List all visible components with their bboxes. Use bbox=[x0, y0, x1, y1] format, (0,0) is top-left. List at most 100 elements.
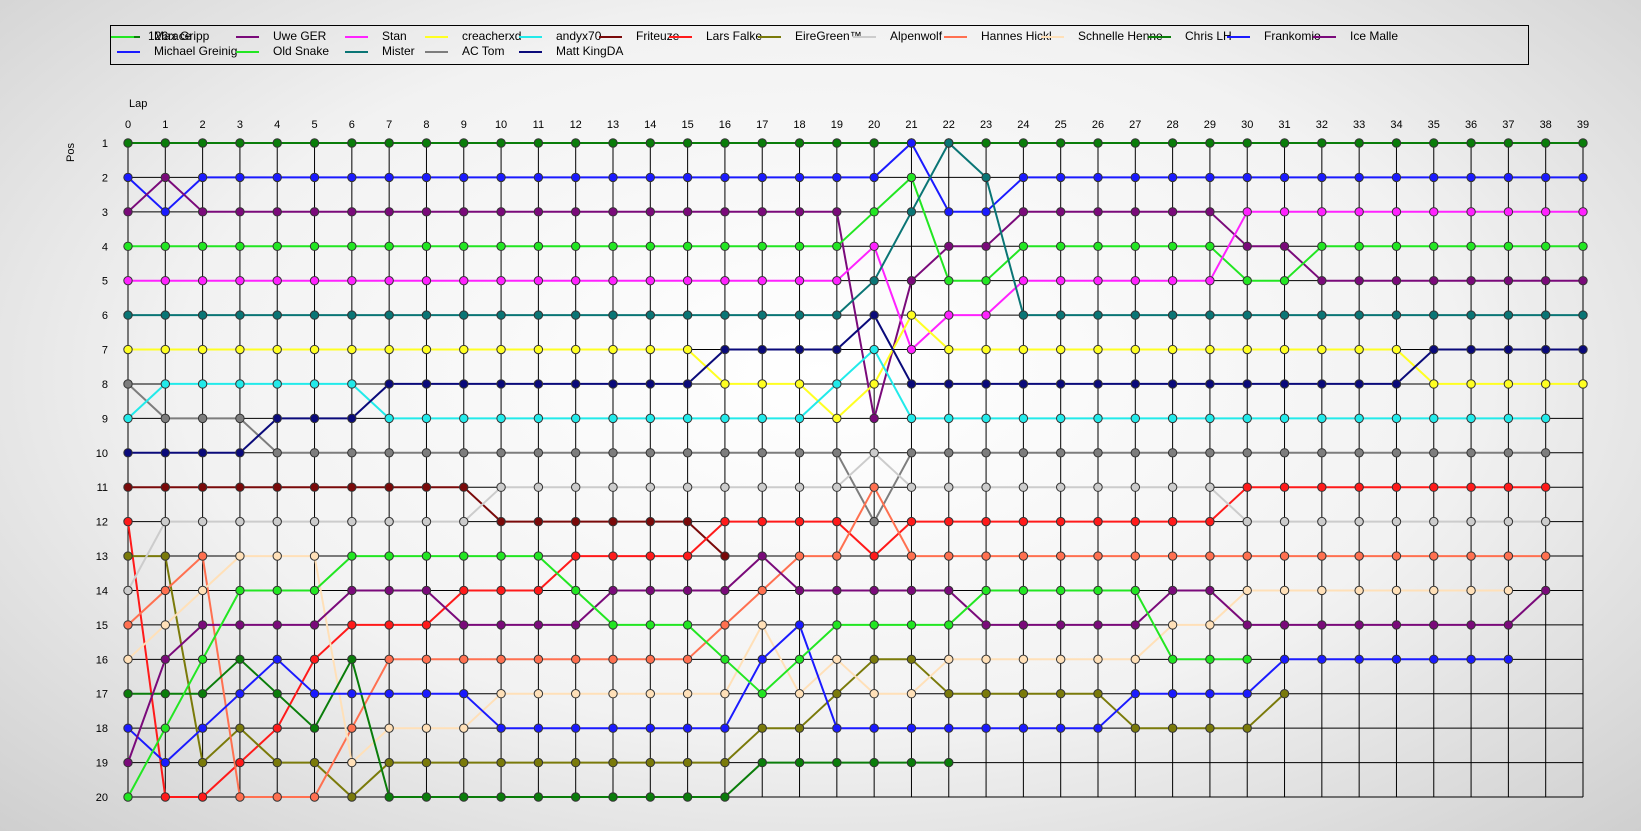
data-point bbox=[160, 723, 171, 733]
data-point bbox=[720, 516, 730, 527]
data-point bbox=[869, 172, 879, 183]
data-point bbox=[832, 723, 842, 733]
data-point bbox=[981, 275, 991, 286]
data-point bbox=[1503, 310, 1514, 320]
data-point bbox=[1503, 379, 1514, 389]
data-point bbox=[570, 207, 581, 217]
y-tick-label: 5 bbox=[102, 276, 108, 288]
x-tick-label: 31 bbox=[1278, 119, 1290, 131]
data-point bbox=[570, 551, 581, 561]
data-point bbox=[496, 757, 506, 768]
y-tick-label: 6 bbox=[102, 310, 108, 322]
data-point bbox=[1540, 172, 1551, 183]
data-point bbox=[720, 585, 730, 596]
data-point bbox=[459, 551, 469, 561]
data-point bbox=[1093, 585, 1103, 596]
data-point bbox=[1578, 241, 1588, 251]
data-point bbox=[1167, 344, 1178, 355]
x-tick-label: 21 bbox=[905, 119, 917, 131]
data-point bbox=[1429, 516, 1439, 527]
data-point bbox=[1055, 654, 1066, 665]
data-point bbox=[197, 689, 208, 699]
data-point bbox=[421, 654, 432, 665]
data-point bbox=[272, 792, 282, 802]
data-point bbox=[832, 585, 842, 596]
data-point bbox=[197, 792, 208, 802]
data-point bbox=[1055, 723, 1066, 733]
data-point bbox=[1242, 654, 1252, 665]
data-point bbox=[1167, 482, 1178, 492]
data-point bbox=[1391, 448, 1402, 458]
data-point bbox=[123, 241, 133, 251]
data-point bbox=[421, 757, 432, 768]
data-point bbox=[533, 275, 544, 286]
data-point bbox=[235, 241, 245, 251]
data-point bbox=[720, 620, 730, 630]
data-point bbox=[160, 516, 171, 527]
x-tick-label: 8 bbox=[423, 119, 429, 131]
data-point bbox=[1391, 620, 1402, 630]
data-point bbox=[1018, 241, 1029, 251]
data-point bbox=[496, 138, 506, 148]
data-point bbox=[347, 689, 357, 699]
data-point bbox=[720, 413, 730, 424]
data-point bbox=[235, 344, 245, 355]
data-point bbox=[496, 723, 506, 733]
data-point bbox=[645, 241, 656, 251]
data-point bbox=[1503, 241, 1514, 251]
data-point bbox=[384, 482, 394, 492]
data-point bbox=[1205, 482, 1215, 492]
data-point bbox=[1055, 172, 1066, 183]
data-point bbox=[1503, 620, 1514, 630]
data-point bbox=[944, 620, 954, 630]
data-point bbox=[197, 654, 208, 665]
data-point bbox=[533, 344, 544, 355]
data-point bbox=[1317, 310, 1327, 320]
data-point bbox=[197, 138, 208, 148]
data-point bbox=[235, 516, 245, 527]
data-point bbox=[1540, 516, 1551, 527]
data-point bbox=[720, 172, 730, 183]
data-point bbox=[197, 723, 208, 733]
data-point bbox=[384, 757, 394, 768]
data-point bbox=[272, 138, 282, 148]
data-point bbox=[309, 310, 320, 320]
x-tick-label: 16 bbox=[719, 119, 731, 131]
data-point bbox=[1167, 516, 1178, 527]
data-point bbox=[1130, 241, 1141, 251]
x-tick-label: 12 bbox=[570, 119, 582, 131]
data-point bbox=[1503, 138, 1514, 148]
data-point bbox=[533, 516, 544, 527]
data-point bbox=[1205, 413, 1215, 424]
data-point bbox=[794, 723, 805, 733]
data-point bbox=[160, 138, 171, 148]
data-point bbox=[309, 585, 320, 596]
data-point bbox=[720, 379, 730, 389]
data-point bbox=[1354, 207, 1364, 217]
data-point bbox=[384, 344, 394, 355]
data-point bbox=[421, 172, 432, 183]
data-point bbox=[421, 585, 432, 596]
data-point bbox=[608, 172, 618, 183]
data-point bbox=[1018, 138, 1029, 148]
data-point bbox=[682, 585, 693, 596]
data-point bbox=[496, 448, 506, 458]
data-point bbox=[682, 620, 693, 630]
data-point bbox=[1055, 413, 1066, 424]
data-point bbox=[1055, 689, 1066, 699]
data-point bbox=[869, 275, 879, 286]
data-point bbox=[1130, 620, 1141, 630]
data-point bbox=[496, 551, 506, 561]
data-point bbox=[421, 516, 432, 527]
data-point bbox=[1540, 379, 1551, 389]
data-point bbox=[1130, 516, 1141, 527]
data-point bbox=[944, 585, 954, 596]
data-point bbox=[1167, 207, 1178, 217]
x-tick-label: 1 bbox=[162, 119, 168, 131]
data-point bbox=[421, 310, 432, 320]
data-point bbox=[608, 620, 618, 630]
data-point bbox=[1503, 516, 1514, 527]
data-point bbox=[608, 344, 618, 355]
data-point bbox=[608, 723, 618, 733]
data-point bbox=[1167, 689, 1178, 699]
